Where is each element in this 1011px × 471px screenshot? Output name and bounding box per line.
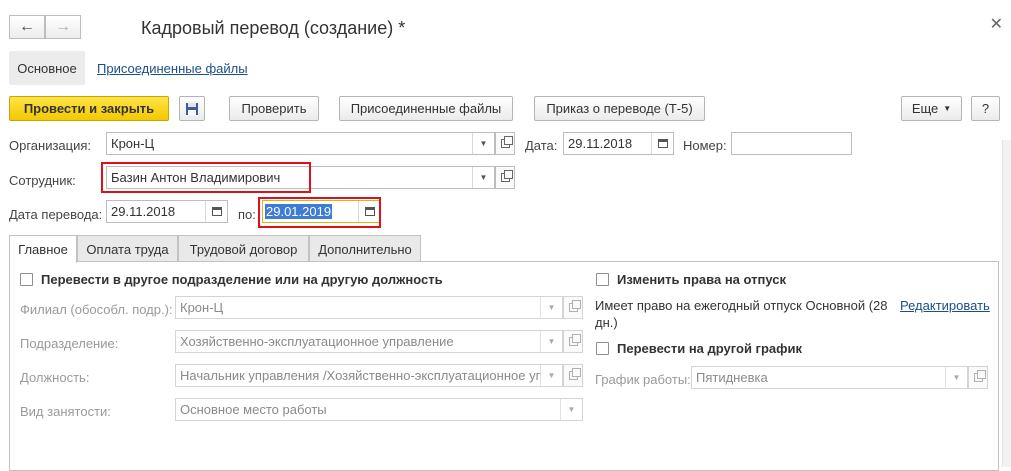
- date-field[interactable]: 29.11.2018: [563, 132, 674, 155]
- employee-open-button[interactable]: [495, 166, 515, 189]
- to-date-highlight: [258, 197, 381, 228]
- attached-files-button[interactable]: Присоединенные файлы: [339, 96, 513, 121]
- schedule-field[interactable]: Пятидневка ▼: [691, 366, 968, 389]
- more-label: Еще: [911, 101, 939, 116]
- back-button[interactable]: ←: [9, 15, 45, 39]
- org-label: Организация:: [9, 138, 92, 153]
- close-icon[interactable]: ✕: [990, 14, 1003, 34]
- position-label: Должность:: [20, 370, 90, 385]
- transfer-checkbox[interactable]: [20, 273, 33, 286]
- schedule-value: Пятидневка: [696, 370, 768, 385]
- edit-vacation-link[interactable]: Редактировать: [900, 298, 990, 313]
- calendar-button[interactable]: [651, 133, 673, 154]
- branch-field[interactable]: Крон-Ц ▼: [175, 296, 563, 319]
- org-value: Крон-Ц: [111, 136, 155, 151]
- open-icon: [973, 370, 986, 382]
- schedule-label: График работы:: [595, 372, 691, 387]
- tab-contract[interactable]: Трудовой договор: [178, 235, 309, 262]
- position-value: Начальник управления /Хозяйственно-экспл…: [180, 368, 540, 383]
- schedule-checkbox[interactable]: [596, 342, 609, 355]
- department-field[interactable]: Хозяйственно-эксплуатационное управление…: [175, 330, 563, 353]
- tab-pay[interactable]: Оплата труда: [77, 235, 178, 262]
- employment-value: Основное место работы: [180, 402, 327, 417]
- tab-general[interactable]: Главное: [9, 235, 77, 263]
- transfer-date-field[interactable]: 29.11.2018: [106, 200, 228, 223]
- open-icon: [568, 334, 581, 346]
- org-field[interactable]: Крон-Ц ▼: [106, 132, 495, 155]
- dropdown-arrow-icon[interactable]: ▼: [560, 399, 582, 420]
- chevron-down-icon: ▼: [943, 104, 952, 113]
- transfer-date-value: 29.11.2018: [111, 204, 176, 219]
- schedule-open-button[interactable]: [968, 366, 988, 389]
- tab-additional[interactable]: Дополнительно: [309, 235, 421, 262]
- department-label: Подразделение:: [20, 336, 119, 351]
- calendar-icon: [211, 207, 222, 216]
- post-and-close-button[interactable]: Провести и закрыть: [9, 96, 169, 121]
- open-icon: [568, 368, 581, 380]
- to-label: по:: [238, 207, 256, 222]
- department-value: Хозяйственно-эксплуатационное управление: [180, 334, 454, 349]
- position-open-button[interactable]: [563, 364, 583, 387]
- open-icon: [500, 170, 513, 182]
- check-button[interactable]: Проверить: [229, 96, 319, 121]
- arrow-right-icon: →: [55, 18, 71, 35]
- help-button[interactable]: ?: [971, 96, 1000, 121]
- schedule-checkbox-label: Перевести на другой график: [617, 341, 803, 356]
- calendar-icon: [657, 139, 668, 148]
- vertical-scrollbar[interactable]: [1002, 140, 1011, 467]
- vacation-checkbox-label: Изменить права на отпуск: [617, 272, 786, 287]
- dropdown-arrow-icon[interactable]: ▼: [472, 167, 494, 188]
- tab-attached-files[interactable]: Присоединенные файлы: [97, 61, 248, 76]
- date-value: 29.11.2018: [568, 136, 633, 151]
- open-icon: [568, 300, 581, 312]
- dropdown-arrow-icon[interactable]: ▼: [540, 365, 562, 386]
- dropdown-arrow-icon[interactable]: ▼: [945, 367, 967, 388]
- save-icon: [186, 102, 198, 115]
- page-title: Кадровый перевод (создание) *: [141, 18, 406, 38]
- transfer-date-label: Дата перевода:: [9, 207, 103, 222]
- date-label: Дата:: [525, 138, 558, 153]
- number-label: Номер:: [683, 138, 727, 153]
- employee-label: Сотрудник:: [9, 173, 76, 188]
- calendar-button[interactable]: [205, 201, 227, 222]
- position-field[interactable]: Начальник управления /Хозяйственно-экспл…: [175, 364, 563, 387]
- employment-label: Вид занятости:: [20, 404, 111, 419]
- org-open-button[interactable]: [495, 132, 515, 155]
- tab-main[interactable]: Основное: [9, 51, 85, 85]
- vacation-info-line2: дн.): [595, 315, 618, 330]
- dropdown-arrow-icon[interactable]: ▼: [472, 133, 494, 154]
- employment-field[interactable]: Основное место работы ▼: [175, 398, 583, 421]
- forward-button[interactable]: →: [45, 15, 81, 39]
- transfer-order-button[interactable]: Приказ о переводе (Т-5): [534, 96, 705, 121]
- employee-highlight: [101, 162, 311, 193]
- open-icon: [500, 136, 513, 148]
- arrow-left-icon: ←: [19, 18, 35, 35]
- dropdown-arrow-icon[interactable]: ▼: [540, 297, 562, 318]
- number-field[interactable]: [731, 132, 852, 155]
- branch-open-button[interactable]: [563, 296, 583, 319]
- vacation-info-line1: Имеет право на ежегодный отпуск Основной…: [595, 298, 888, 313]
- save-button[interactable]: [179, 96, 205, 121]
- dropdown-arrow-icon[interactable]: ▼: [540, 331, 562, 352]
- vacation-checkbox[interactable]: [596, 273, 609, 286]
- department-open-button[interactable]: [563, 330, 583, 353]
- branch-label: Филиал (обособл. подр.):: [20, 302, 173, 317]
- more-button[interactable]: Еще ▼: [901, 96, 962, 121]
- branch-value: Крон-Ц: [180, 300, 224, 315]
- transfer-checkbox-label: Перевести в другое подразделение или на …: [41, 272, 443, 287]
